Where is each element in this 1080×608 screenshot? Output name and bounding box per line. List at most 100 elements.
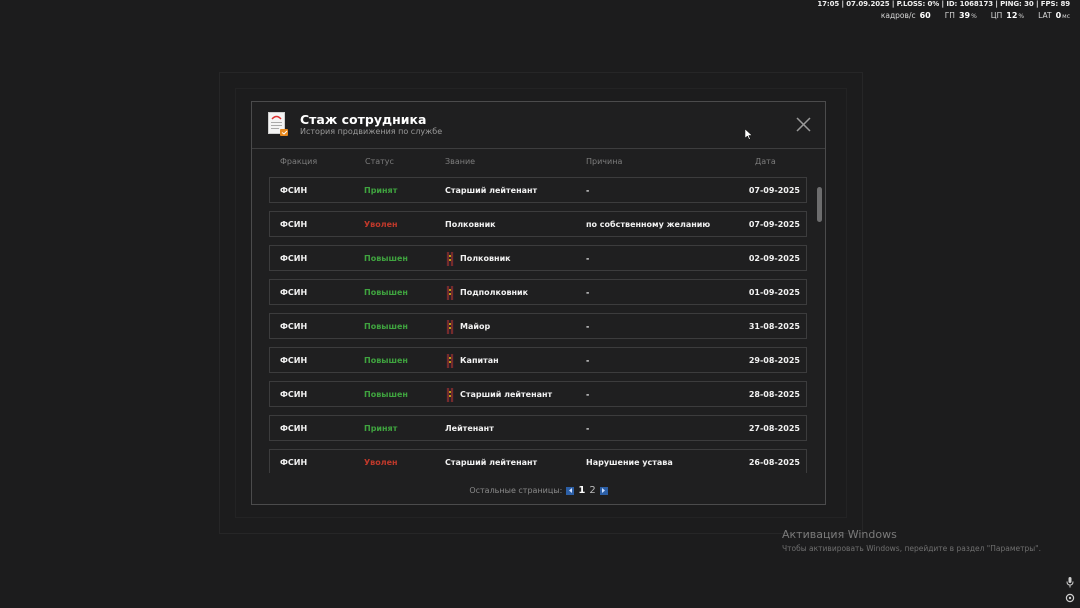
windows-activation-watermark: Активация Windows Чтобы активировать Win… — [782, 528, 1041, 553]
row-faction: ФСИН — [280, 322, 308, 331]
scrollbar-thumb[interactable] — [817, 187, 822, 222]
row-rank: Полковник — [460, 254, 511, 263]
latency-stat: LAT 0мс — [1038, 11, 1070, 20]
pagination-label: Остальные страницы: — [469, 486, 563, 495]
cpu-unit: % — [1018, 13, 1025, 20]
row-rank: Старший лейтенант — [445, 186, 538, 195]
row-status: Уволен — [364, 458, 398, 467]
modal-subtitle: История продвижения по службе — [300, 127, 443, 136]
row-status: Повышен — [364, 288, 408, 297]
table-row: ФСИН Уволен Старший лейтенант Нарушение уст… — [269, 449, 807, 473]
service-history-modal: Стаж сотрудника История продвижения по с… — [251, 101, 826, 505]
next-page-button[interactable] — [599, 486, 608, 495]
microphone-icon — [1066, 577, 1074, 588]
row-date: 26-08-2025 — [748, 458, 800, 467]
row-reason: - — [586, 424, 590, 433]
modal-title: Стаж сотрудника — [300, 112, 427, 127]
gpu-label: ГП — [944, 11, 955, 20]
row-faction: ФСИН — [280, 220, 308, 229]
row-status: Уволен — [364, 220, 398, 229]
row-faction: ФСИН — [280, 254, 308, 263]
chevron-left-icon — [568, 488, 572, 493]
row-reason: - — [586, 390, 590, 399]
row-faction: ФСИН — [280, 288, 308, 297]
rank-insignia-icon — [446, 320, 454, 334]
rank-insignia-icon — [446, 286, 454, 300]
table-row: ФСИН Принят Лейтенант - 27-08-2025 — [269, 415, 807, 441]
cpu-label: ЦП — [990, 11, 1003, 20]
row-status: Повышен — [364, 356, 408, 365]
cpu-stat: ЦП 12% — [991, 11, 1024, 20]
close-icon[interactable] — [796, 117, 811, 132]
latency-unit: мс — [1062, 13, 1070, 20]
windows-activation-title: Активация Windows — [782, 528, 897, 541]
rank-insignia-icon — [446, 252, 454, 266]
rank-insignia-icon — [446, 388, 454, 402]
latency-label: LAT — [1038, 11, 1052, 20]
column-header-faction: Фракция — [280, 157, 318, 166]
table-row: ФСИН Уволен Полковник по собственному желан… — [269, 211, 807, 237]
hud-status-line: 17:05 | 07.09.2025 | P.LOSS: 0% | ID: 10… — [817, 0, 1070, 8]
table-row: ФСИН Повышен Полковник - 02-09-2025 — [269, 245, 807, 271]
document-icon — [268, 112, 288, 136]
row-date: 02-09-2025 — [748, 254, 800, 263]
table-header: Фракция Статус Звание Причина Дата — [269, 157, 809, 169]
column-header-date: Дата — [755, 157, 776, 166]
table-row: ФСИН Принят Старший лейтенант - 07-09-2025 — [269, 177, 807, 203]
modal-header: Стаж сотрудника История продвижения по с… — [252, 102, 825, 149]
row-status: Принят — [364, 424, 398, 433]
row-rank: Лейтенант — [445, 424, 494, 433]
row-rank: Старший лейтенант — [445, 458, 538, 467]
column-header-reason: Причина — [586, 157, 623, 166]
row-date: 31-08-2025 — [748, 322, 800, 331]
row-reason: - — [586, 288, 590, 297]
row-reason: - — [586, 254, 590, 263]
row-rank: Майор — [460, 322, 491, 331]
page-1-button[interactable]: 1 — [578, 485, 585, 496]
row-reason: - — [586, 356, 590, 365]
windows-activation-text: Чтобы активировать Windows, перейдите в … — [782, 544, 1041, 553]
row-status: Повышен — [364, 322, 408, 331]
row-reason: - — [586, 186, 590, 195]
mouse-cursor-icon — [745, 129, 753, 140]
chevron-right-icon — [602, 488, 606, 493]
row-faction: ФСИН — [280, 186, 308, 195]
history-table-body: ФСИН Принят Старший лейтенант -07-09-2025 ФС… — [269, 177, 809, 473]
page-2-button[interactable]: 2 — [589, 485, 595, 496]
row-faction: ФСИН — [280, 458, 308, 467]
row-faction: ФСИН — [280, 356, 308, 365]
row-date: 07-09-2025 — [748, 186, 800, 195]
table-row: ФСИН Повышен Майор - 31-08-2025 — [269, 313, 807, 339]
row-status: Принят — [364, 186, 398, 195]
row-date: 28-08-2025 — [748, 390, 800, 399]
row-reason: - — [586, 322, 590, 331]
column-header-status: Статус — [365, 157, 394, 166]
row-date: 29-08-2025 — [748, 356, 800, 365]
gpu-unit: % — [971, 13, 977, 20]
row-status: Повышен — [364, 254, 408, 263]
row-rank: Полковник — [445, 220, 496, 229]
row-rank: Подполковник — [460, 288, 529, 297]
row-rank: Старший лейтенант — [460, 390, 553, 399]
table-row: ФСИН Повышен Старший лейтенант - 28-08-2025 — [269, 381, 807, 407]
row-faction: ФСИН — [280, 390, 308, 399]
row-status: Повышен — [364, 390, 408, 399]
prev-page-button[interactable] — [566, 486, 575, 495]
row-date: 27-08-2025 — [748, 424, 800, 433]
gear-icon[interactable] — [1065, 593, 1075, 603]
fps-stat: кадров/с 60 — [881, 11, 931, 20]
table-row: ФСИН Повышен Капитан - 29-08-2025 — [269, 347, 807, 373]
row-reason: по собственному желанию — [586, 220, 711, 229]
fps-value: 60 — [919, 11, 931, 20]
pagination: Остальные страницы: 1 2 — [252, 485, 825, 496]
table-row: ФСИН Повышен Подполковник - 01-09-2025 — [269, 279, 807, 305]
row-faction: ФСИН — [280, 424, 308, 433]
gpu-stat: ГП 39% — [945, 11, 977, 20]
hud-performance-stats: кадров/с 60 ГП 39% ЦП 12% LAT 0мс — [881, 11, 1070, 20]
cpu-value: 12 — [1006, 11, 1018, 20]
gpu-value: 39 — [958, 11, 971, 20]
row-rank: Капитан — [460, 356, 499, 365]
column-header-rank: Звание — [445, 157, 476, 166]
rank-insignia-icon — [446, 354, 454, 368]
fps-label: кадров/с — [880, 11, 916, 20]
